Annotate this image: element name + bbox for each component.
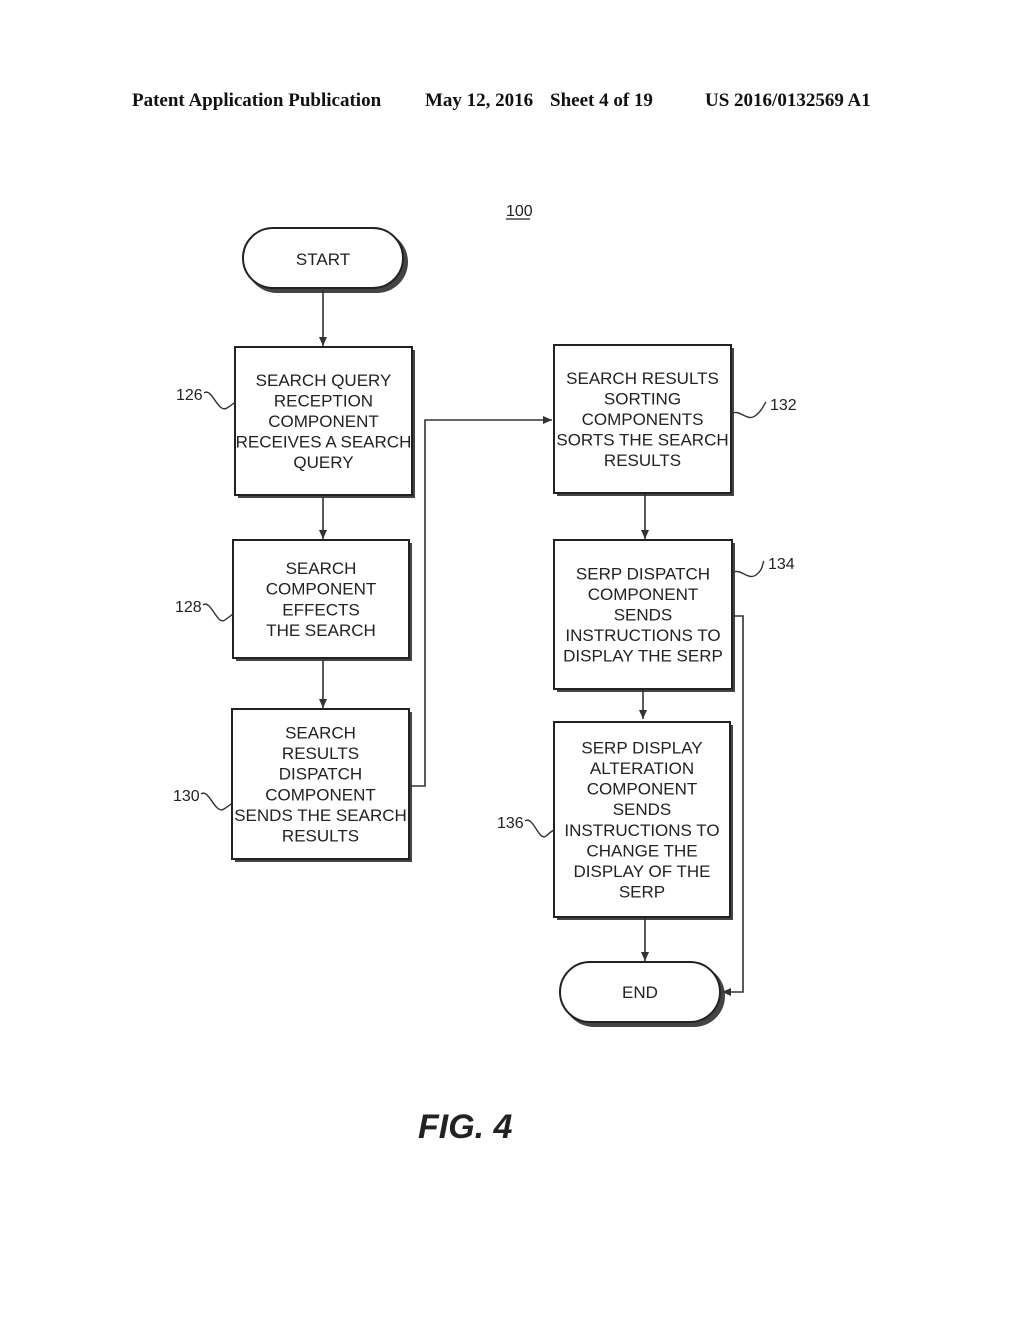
step-text-line: COMPONENT	[587, 780, 698, 799]
step-text-line: DISPLAY THE SERP	[563, 647, 723, 666]
step-text-line: INSTRUCTIONS TO	[565, 626, 720, 645]
step-box-126: SEARCH QUERYRECEPTION COMPONENT RECEIVES A…	[176, 346, 415, 498]
step-text-line: SENDS	[613, 800, 672, 819]
step-box-134: SERP DISPATCH COMPONENT SENDSINSTRUCTIONS …	[553, 539, 795, 692]
box-outline	[232, 539, 410, 659]
reference-numeral: 128	[175, 599, 202, 616]
step-text-line: RECEIVES A SEARCH	[236, 433, 412, 452]
reference-leader	[203, 391, 236, 410]
reference-numeral: 130	[173, 788, 200, 805]
step-text-line: COMPONENTS	[582, 410, 704, 429]
step-text-line: DISPLAY OF THE	[574, 862, 711, 881]
step-text-line: SORTING	[604, 389, 681, 408]
step-text-line: ALTERATION	[590, 759, 694, 778]
end-terminal: END	[559, 961, 725, 1027]
step-text-line: DISPATCH	[279, 765, 362, 784]
step-text-line: COMPONENT	[265, 785, 376, 804]
start-terminal: START	[242, 227, 408, 293]
step-text-line: SENDS	[614, 606, 673, 625]
reference-leader	[731, 560, 765, 578]
end-label: END	[622, 983, 658, 1002]
step-text-line: SERP DISPLAY	[581, 738, 702, 757]
step-text-line: SERP	[619, 883, 665, 902]
step-text-line: INSTRUCTIONS TO	[564, 821, 719, 840]
step-text-line: EFFECTS	[282, 600, 359, 619]
step-text-line: CHANGE THE	[586, 841, 697, 860]
reference-numeral: 134	[768, 556, 795, 573]
step-text-line: SEARCH	[286, 559, 357, 578]
step-text-line: SEARCH RESULTS	[566, 369, 719, 388]
step-text-line: RESULTS	[282, 744, 359, 763]
step-text-line: COMPONENT	[268, 412, 379, 431]
step-box-136: SERP DISPLAY ALTERATION COMPONENTSENDS INST…	[497, 721, 733, 920]
step-text-line: RESULTS	[282, 827, 359, 846]
figure-caption: FIG. 4	[418, 1108, 513, 1146]
reference-numeral: 126	[176, 387, 203, 404]
reference-leader	[730, 401, 767, 419]
step-box-130: SEARCHRESULTSDISPATCHCOMPONENTSENDS THE …	[173, 708, 412, 862]
step-text-line: COMPONENT	[588, 585, 699, 604]
step-text-line: SENDS THE SEARCH	[234, 806, 407, 825]
step-text-line: THE SEARCH	[266, 621, 376, 640]
arrow-130-to-132	[410, 416, 552, 787]
reference-leader	[200, 792, 233, 811]
step-text-line: SERP DISPATCH	[576, 564, 710, 583]
step-text-line: QUERY	[293, 453, 353, 472]
figure-reference: 100	[506, 203, 533, 220]
step-text-line: COMPONENT	[266, 580, 377, 599]
reference-numeral: 136	[497, 815, 524, 832]
step-text-line: RESULTS	[604, 451, 681, 470]
step-text-line: SEARCH	[285, 724, 356, 743]
reference-leader	[524, 819, 555, 838]
reference-leader	[202, 603, 234, 622]
step-text-line: SEARCH QUERY	[256, 371, 392, 390]
step-box-128: SEARCH COMPONENTEFFECTS THE SEARCH 128	[175, 539, 412, 661]
reference-numeral: 132	[770, 397, 797, 414]
start-label: START	[296, 250, 350, 269]
step-text-line: RECEPTION	[274, 391, 373, 410]
step-box-132: SEARCH RESULTSSORTING COMPONENTS SORTS THE…	[553, 344, 797, 496]
flowchart: 100 START END SEARCH QUERYRECEPTIONCOMPO…	[173, 203, 797, 1146]
step-text-line: SORTS THE SEARCH	[556, 431, 728, 450]
